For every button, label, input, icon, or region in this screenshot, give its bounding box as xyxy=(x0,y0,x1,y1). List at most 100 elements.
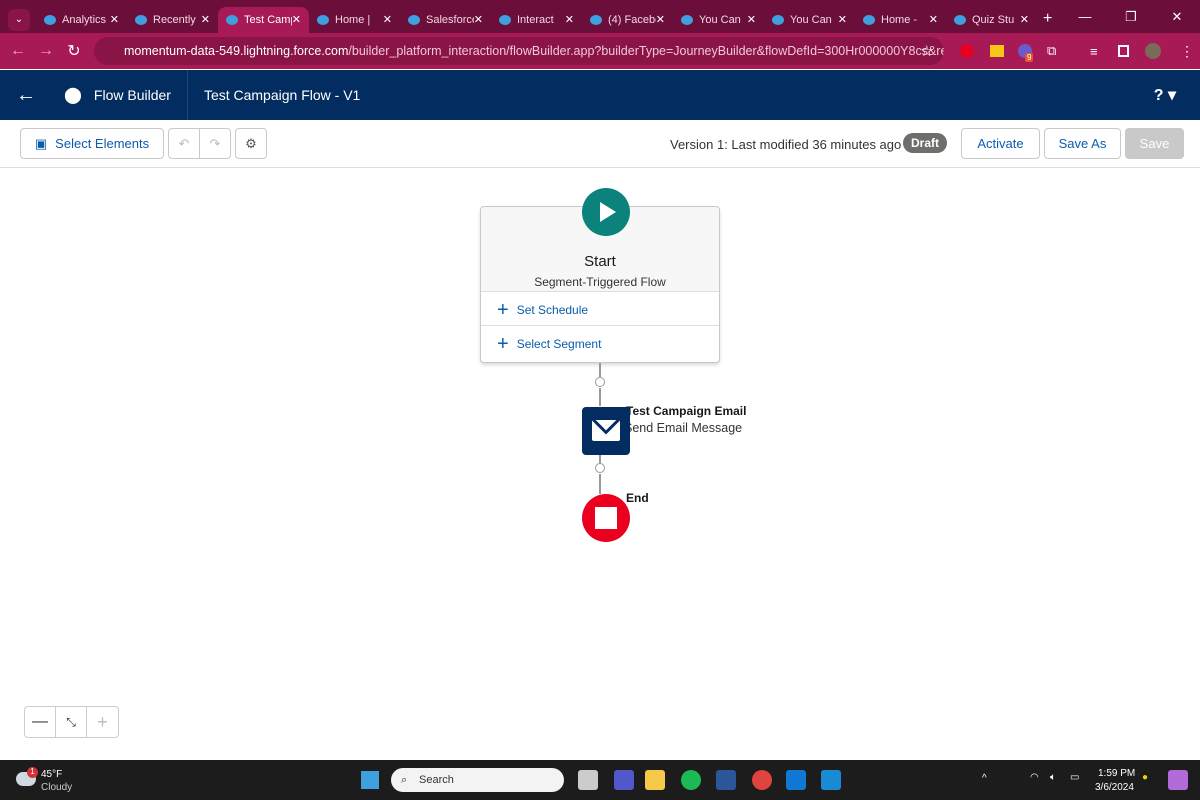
tray-chevron-icon[interactable]: ^ xyxy=(982,773,987,784)
start-play-icon[interactable] xyxy=(582,188,630,236)
close-window-button[interactable]: ✕ xyxy=(1154,0,1200,33)
wifi-icon[interactable]: ◠ xyxy=(1030,772,1039,783)
browser-tab[interactable]: Recently ✕ xyxy=(127,7,218,33)
end-stop-icon[interactable] xyxy=(582,494,630,542)
tab-label: Home - xyxy=(881,13,918,26)
browser-tab[interactable]: (4) Facebook✕ xyxy=(582,7,673,33)
tab-search-button[interactable]: ⌄ xyxy=(8,8,30,31)
browser-tab[interactable]: Interact ✕ xyxy=(491,7,582,33)
tab-favicon-icon xyxy=(590,14,602,25)
volume-icon[interactable]: 🔈︎ xyxy=(1050,772,1056,783)
redo-button[interactable]: ↷ xyxy=(199,128,231,159)
end-element-title: End xyxy=(626,491,649,505)
windows-taskbar: 1 45°F Cloudy ⌕ Search ^ ◠ 🔈︎ ▭ 1:59 PM 3… xyxy=(0,760,1200,800)
select-segment-button[interactable]: + Select Segment xyxy=(481,325,719,362)
tab-close-icon[interactable]: ✕ xyxy=(838,13,847,26)
tab-favicon-icon xyxy=(954,14,966,25)
select-icon: ▣ xyxy=(34,135,48,151)
undo-button[interactable]: ↶ xyxy=(168,128,200,159)
zoom-in-button[interactable]: + xyxy=(87,707,118,737)
toolbar: ▣ Select Elements ↶ ↷ ⚙ Version 1: Last m… xyxy=(0,120,1200,168)
address-bar-row: ← → ↻ momentum-data-549.lightning.force.… xyxy=(0,33,1200,69)
media-control-icon[interactable]: ≡ xyxy=(1090,44,1098,59)
browser-tab[interactable]: You Can ✕ xyxy=(764,7,855,33)
start-windows-icon[interactable] xyxy=(361,771,379,789)
browser-tab[interactable]: Test Campaign✕ xyxy=(218,6,309,33)
tab-label: Interact xyxy=(517,13,554,26)
settings-gear-button[interactable]: ⚙ xyxy=(235,128,267,159)
add-element-connector[interactable] xyxy=(595,463,605,473)
store-icon[interactable] xyxy=(821,770,841,790)
battery-icon[interactable]: ▭ xyxy=(1070,772,1079,783)
word-icon[interactable] xyxy=(716,770,736,790)
tab-close-icon[interactable]: ✕ xyxy=(383,13,392,26)
fit-view-button[interactable]: ⤡ xyxy=(56,707,87,737)
browser-tab[interactable]: Home - ✕ xyxy=(855,7,946,33)
tab-close-icon[interactable]: ✕ xyxy=(1020,13,1029,26)
task-view-icon[interactable] xyxy=(578,770,598,790)
minimize-button[interactable]: — xyxy=(1062,0,1108,33)
taskbar-search[interactable]: ⌕ Search xyxy=(391,768,564,792)
teams-icon[interactable] xyxy=(614,770,634,790)
plus-icon: + xyxy=(497,298,509,321)
start-subtitle: Segment-Triggered Flow xyxy=(534,275,666,289)
pinterest-extension-icon[interactable] xyxy=(960,44,974,58)
tab-close-icon[interactable]: ✕ xyxy=(292,13,301,26)
tab-label: Recently xyxy=(153,13,196,26)
side-panel-icon[interactable] xyxy=(1118,45,1129,57)
tab-label: Test Campaign xyxy=(244,13,292,26)
select-elements-button[interactable]: ▣ Select Elements xyxy=(20,128,164,159)
tab-label: (4) Facebook xyxy=(608,13,656,26)
browser-tab[interactable]: Analytics ✕ xyxy=(36,7,127,33)
tab-label: Quiz Stu xyxy=(972,13,1015,26)
browser-tab[interactable]: Quiz Stu ✕ xyxy=(946,7,1037,33)
app-name: Flow Builder xyxy=(93,87,171,103)
new-tab-button[interactable]: + xyxy=(1043,10,1052,28)
flow-builder-header: ← ⬤ Flow Builder Test Campaign Flow - V1… xyxy=(0,70,1200,120)
tab-label: Salesforce xyxy=(426,13,474,26)
back-button[interactable]: ← xyxy=(4,42,32,60)
bookmark-star-icon[interactable]: ☆ xyxy=(920,42,933,60)
tab-close-icon[interactable]: ✕ xyxy=(656,13,665,26)
help-menu-button[interactable]: ? ▾ xyxy=(1154,85,1176,105)
extensions-puzzle-icon[interactable]: ⧉ xyxy=(1047,43,1056,59)
clock-date[interactable]: 3/6/2024 xyxy=(1095,782,1134,793)
flow-title: Test Campaign Flow - V1 xyxy=(203,87,361,103)
extension-icon[interactable] xyxy=(990,45,1004,57)
activate-button[interactable]: Activate xyxy=(961,128,1040,159)
email-envelope-icon[interactable] xyxy=(582,407,630,455)
browser-tab-bar: ⌄ Analytics✕Recently✕Test Campaign✕Home … xyxy=(0,0,1200,33)
outlook-icon[interactable] xyxy=(786,770,806,790)
copilot-icon[interactable] xyxy=(1168,770,1188,790)
flow-canvas[interactable]: Start Segment-Triggered Flow + Set Schedu… xyxy=(0,168,1200,760)
browser-menu-icon[interactable]: ⋮ xyxy=(1180,43,1194,60)
zoom-out-button[interactable]: — xyxy=(25,707,56,737)
reload-button[interactable]: ↻ xyxy=(60,41,88,61)
tab-close-icon[interactable]: ✕ xyxy=(201,13,210,26)
tab-close-icon[interactable]: ✕ xyxy=(474,13,483,26)
add-element-connector[interactable] xyxy=(595,377,605,387)
email-element-subtitle: Send Email Message xyxy=(624,421,743,435)
tab-close-icon[interactable]: ✕ xyxy=(565,13,574,26)
clock-time[interactable]: 1:59 PM xyxy=(1098,768,1135,779)
file-explorer-icon[interactable] xyxy=(645,770,665,790)
tab-favicon-icon xyxy=(44,14,56,25)
tab-favicon-icon xyxy=(226,14,238,25)
tab-close-icon[interactable]: ✕ xyxy=(747,13,756,26)
browser-tab[interactable]: You Can ✕ xyxy=(673,7,764,33)
back-arrow-icon[interactable]: ← xyxy=(16,84,36,107)
browser-tab[interactable]: Home | ✕ xyxy=(309,7,400,33)
set-schedule-button[interactable]: + Set Schedule xyxy=(481,291,719,327)
tab-close-icon[interactable]: ✕ xyxy=(929,13,938,26)
profile-avatar[interactable] xyxy=(1145,43,1161,59)
restore-button[interactable]: ❐ xyxy=(1108,0,1154,33)
chrome-icon[interactable] xyxy=(752,770,772,790)
browser-tab[interactable]: Salesforce ✕ xyxy=(400,7,491,33)
tab-close-icon[interactable]: ✕ xyxy=(110,13,119,26)
forward-button[interactable]: → xyxy=(32,42,60,60)
notification-bell-icon[interactable]: ● xyxy=(1142,772,1148,783)
url-input[interactable]: momentum-data-549.lightning.force.com/bu… xyxy=(94,37,944,65)
save-as-button[interactable]: Save As xyxy=(1044,128,1121,159)
save-button[interactable]: Save xyxy=(1125,128,1184,159)
spotify-icon[interactable] xyxy=(681,770,701,790)
